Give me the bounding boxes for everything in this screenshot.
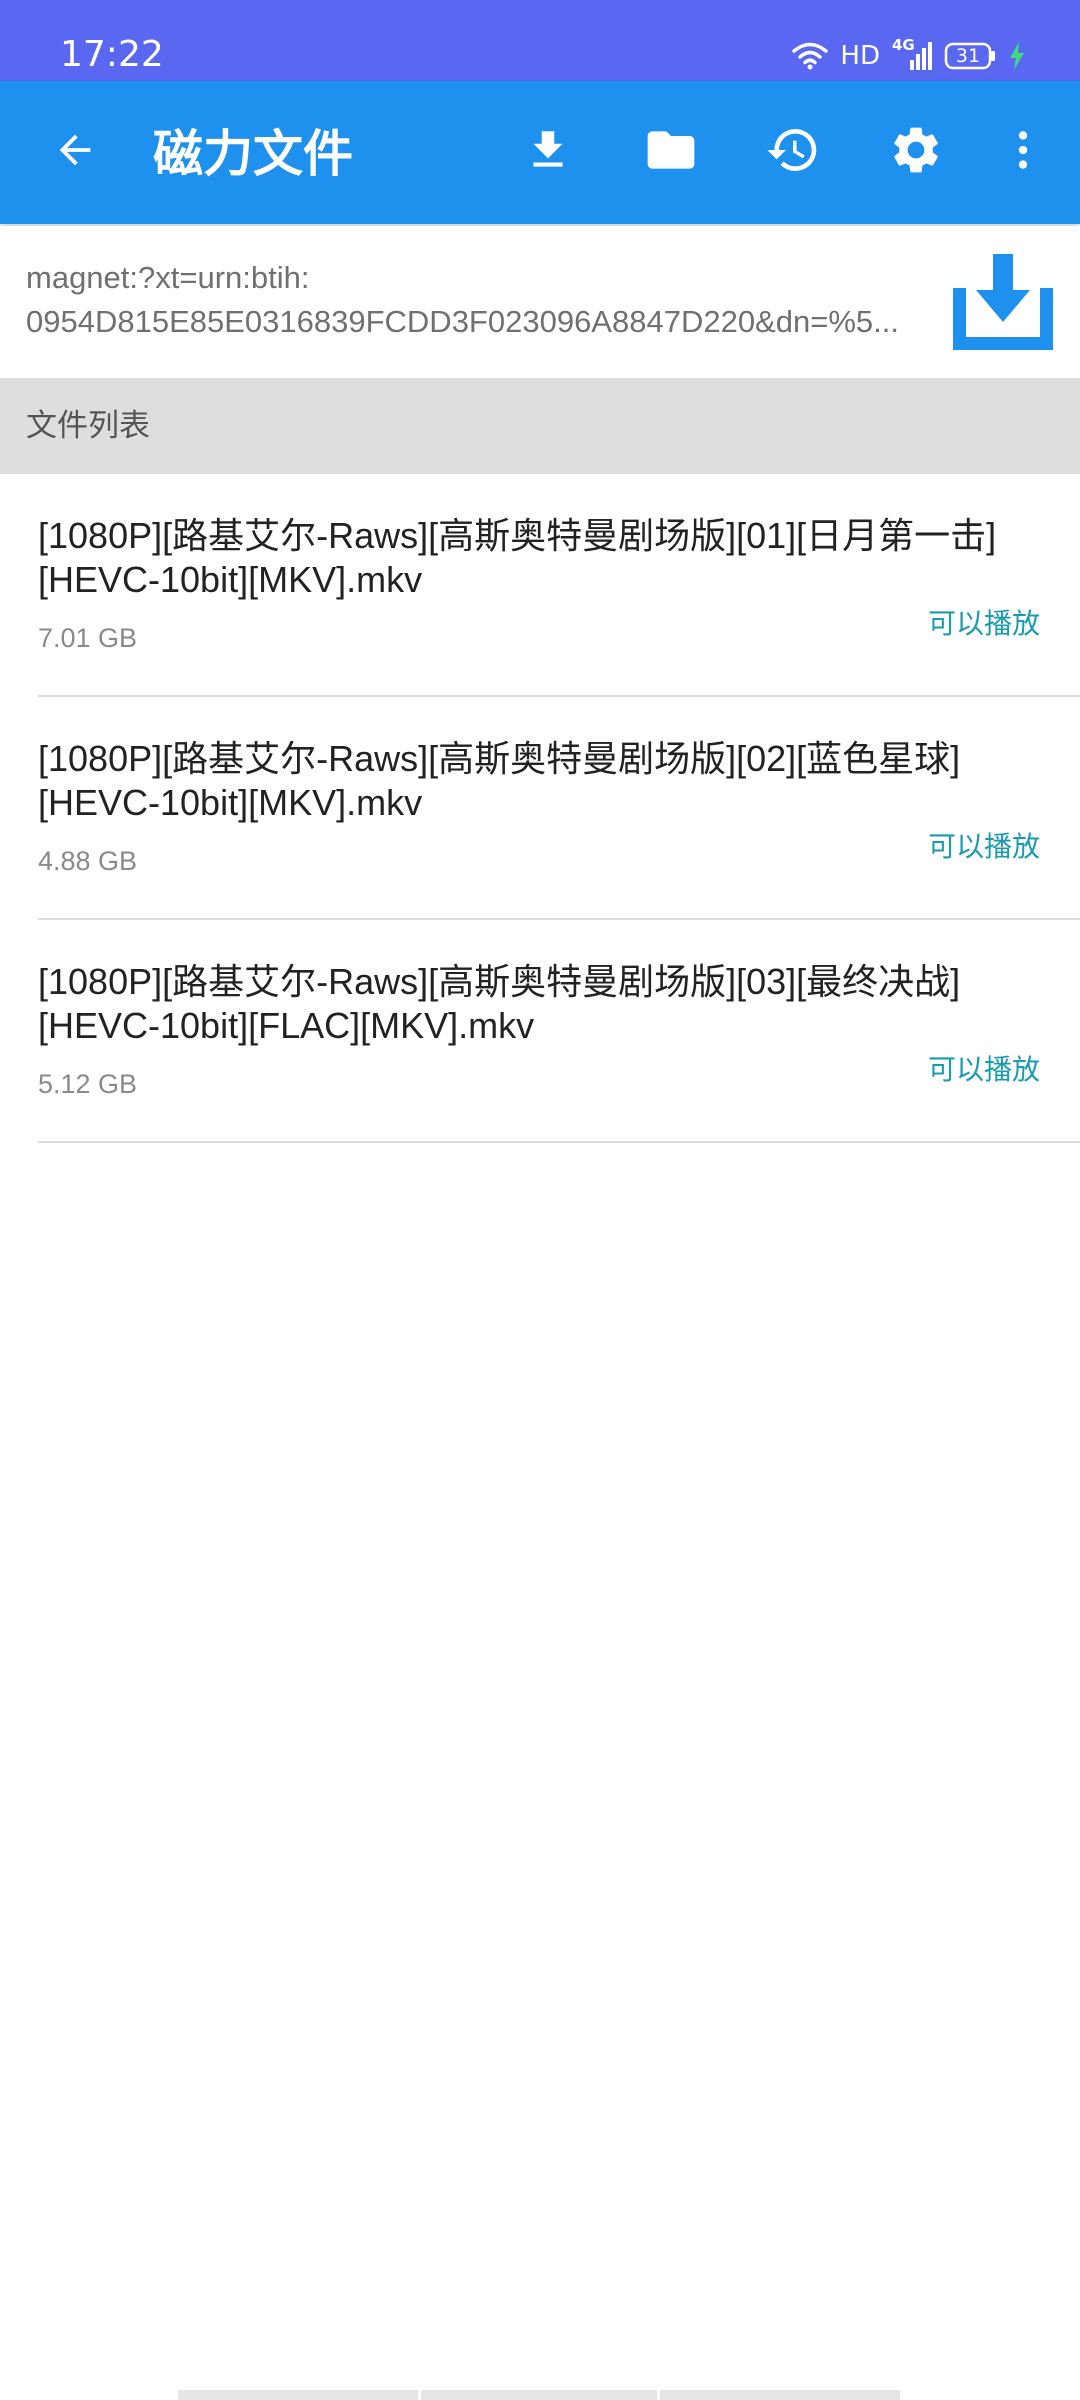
file-size: 7.01 GB xyxy=(38,623,138,653)
status-icons: HD 4G 31 xyxy=(792,33,1026,79)
file-list-header: 文件列表 xyxy=(0,378,1080,474)
file-name: [1080P][路基艾尔-Raws][高斯奥特曼剧场版][02][蓝色星球] [… xyxy=(38,737,1048,825)
file-list: [1080P][路基艾尔-Raws][高斯奥特曼剧场版][01][日月第一击] … xyxy=(0,474,1080,1143)
back-button[interactable] xyxy=(40,117,110,187)
folder-icon xyxy=(643,122,699,182)
nav-hint-right xyxy=(660,2390,900,2400)
download-button[interactable] xyxy=(513,117,583,187)
magnet-link-line1: magnet:?xt=urn:btih: xyxy=(26,260,310,295)
back-arrow-icon xyxy=(52,127,98,177)
file-item[interactable]: [1080P][路基艾尔-Raws][高斯奥特曼剧场版][01][日月第一击] … xyxy=(38,474,1080,697)
magnet-download-button[interactable] xyxy=(948,248,1058,358)
file-name: [1080P][路基艾尔-Raws][高斯奥特曼剧场版][01][日月第一击] … xyxy=(38,514,1048,602)
file-item[interactable]: [1080P][路基艾尔-Raws][高斯奥特曼剧场版][02][蓝色星球] [… xyxy=(38,697,1080,920)
file-size: 4.88 GB xyxy=(38,846,138,876)
battery-icon: 31 xyxy=(944,42,996,70)
play-button[interactable]: 可以播放 xyxy=(928,1050,1040,1090)
history-icon xyxy=(765,122,821,182)
file-list-header-label: 文件列表 xyxy=(26,408,150,444)
file-name-line2: [HEVC-10bit][MKV].mkv xyxy=(38,559,423,600)
status-time: 17:22 xyxy=(60,34,164,75)
more-vert-icon xyxy=(998,125,1048,179)
play-button[interactable]: 可以播放 xyxy=(928,604,1040,644)
settings-button[interactable] xyxy=(881,117,951,187)
file-name-line2: [HEVC-10bit][FLAC][MKV].mkv xyxy=(38,1005,535,1046)
page-title: 磁力文件 xyxy=(153,125,353,183)
magnet-link-line2: 0954D815E85E0316839FCDD3F023096A8847D220… xyxy=(26,304,899,339)
file-name-line1: [1080P][路基艾尔-Raws][高斯奥特曼剧场版][01][日月第一击] xyxy=(38,515,997,556)
signal-icon: 4G xyxy=(892,36,932,72)
more-options-button[interactable] xyxy=(988,117,1058,187)
file-name-line1: [1080P][路基艾尔-Raws][高斯奥特曼剧场版][03][最终决战] xyxy=(38,961,961,1002)
file-name-line1: [1080P][路基艾尔-Raws][高斯奥特曼剧场版][02][蓝色星球] xyxy=(38,738,961,779)
folder-button[interactable] xyxy=(636,117,706,187)
play-button[interactable]: 可以播放 xyxy=(928,827,1040,867)
file-name-line2: [HEVC-10bit][MKV].mkv xyxy=(38,782,423,823)
app-bar: 磁力文件 xyxy=(0,81,1080,224)
network-hd-label: HD xyxy=(840,41,880,71)
settings-icon xyxy=(888,122,944,182)
file-item[interactable]: [1080P][路基艾尔-Raws][高斯奥特曼剧场版][03][最终决战] [… xyxy=(38,920,1080,1143)
magnet-link-text[interactable]: magnet:?xt=urn:btih: 0954D815E85E0316839… xyxy=(26,256,926,344)
nav-hint-left xyxy=(178,2390,418,2400)
history-button[interactable] xyxy=(758,117,828,187)
battery-level-text: 31 xyxy=(955,45,981,67)
charging-icon xyxy=(1008,41,1026,71)
status-bar: 17:22 HD 4G 31 xyxy=(0,0,1080,81)
download-icon xyxy=(523,125,573,179)
magnet-download-icon xyxy=(948,254,1058,362)
magnet-link-row: magnet:?xt=urn:btih: 0954D815E85E0316839… xyxy=(0,226,1080,378)
nav-hint-center xyxy=(421,2390,657,2400)
file-name: [1080P][路基艾尔-Raws][高斯奥特曼剧场版][03][最终决战] [… xyxy=(38,960,1048,1048)
file-size: 5.12 GB xyxy=(38,1069,138,1099)
wifi-icon xyxy=(792,42,829,70)
